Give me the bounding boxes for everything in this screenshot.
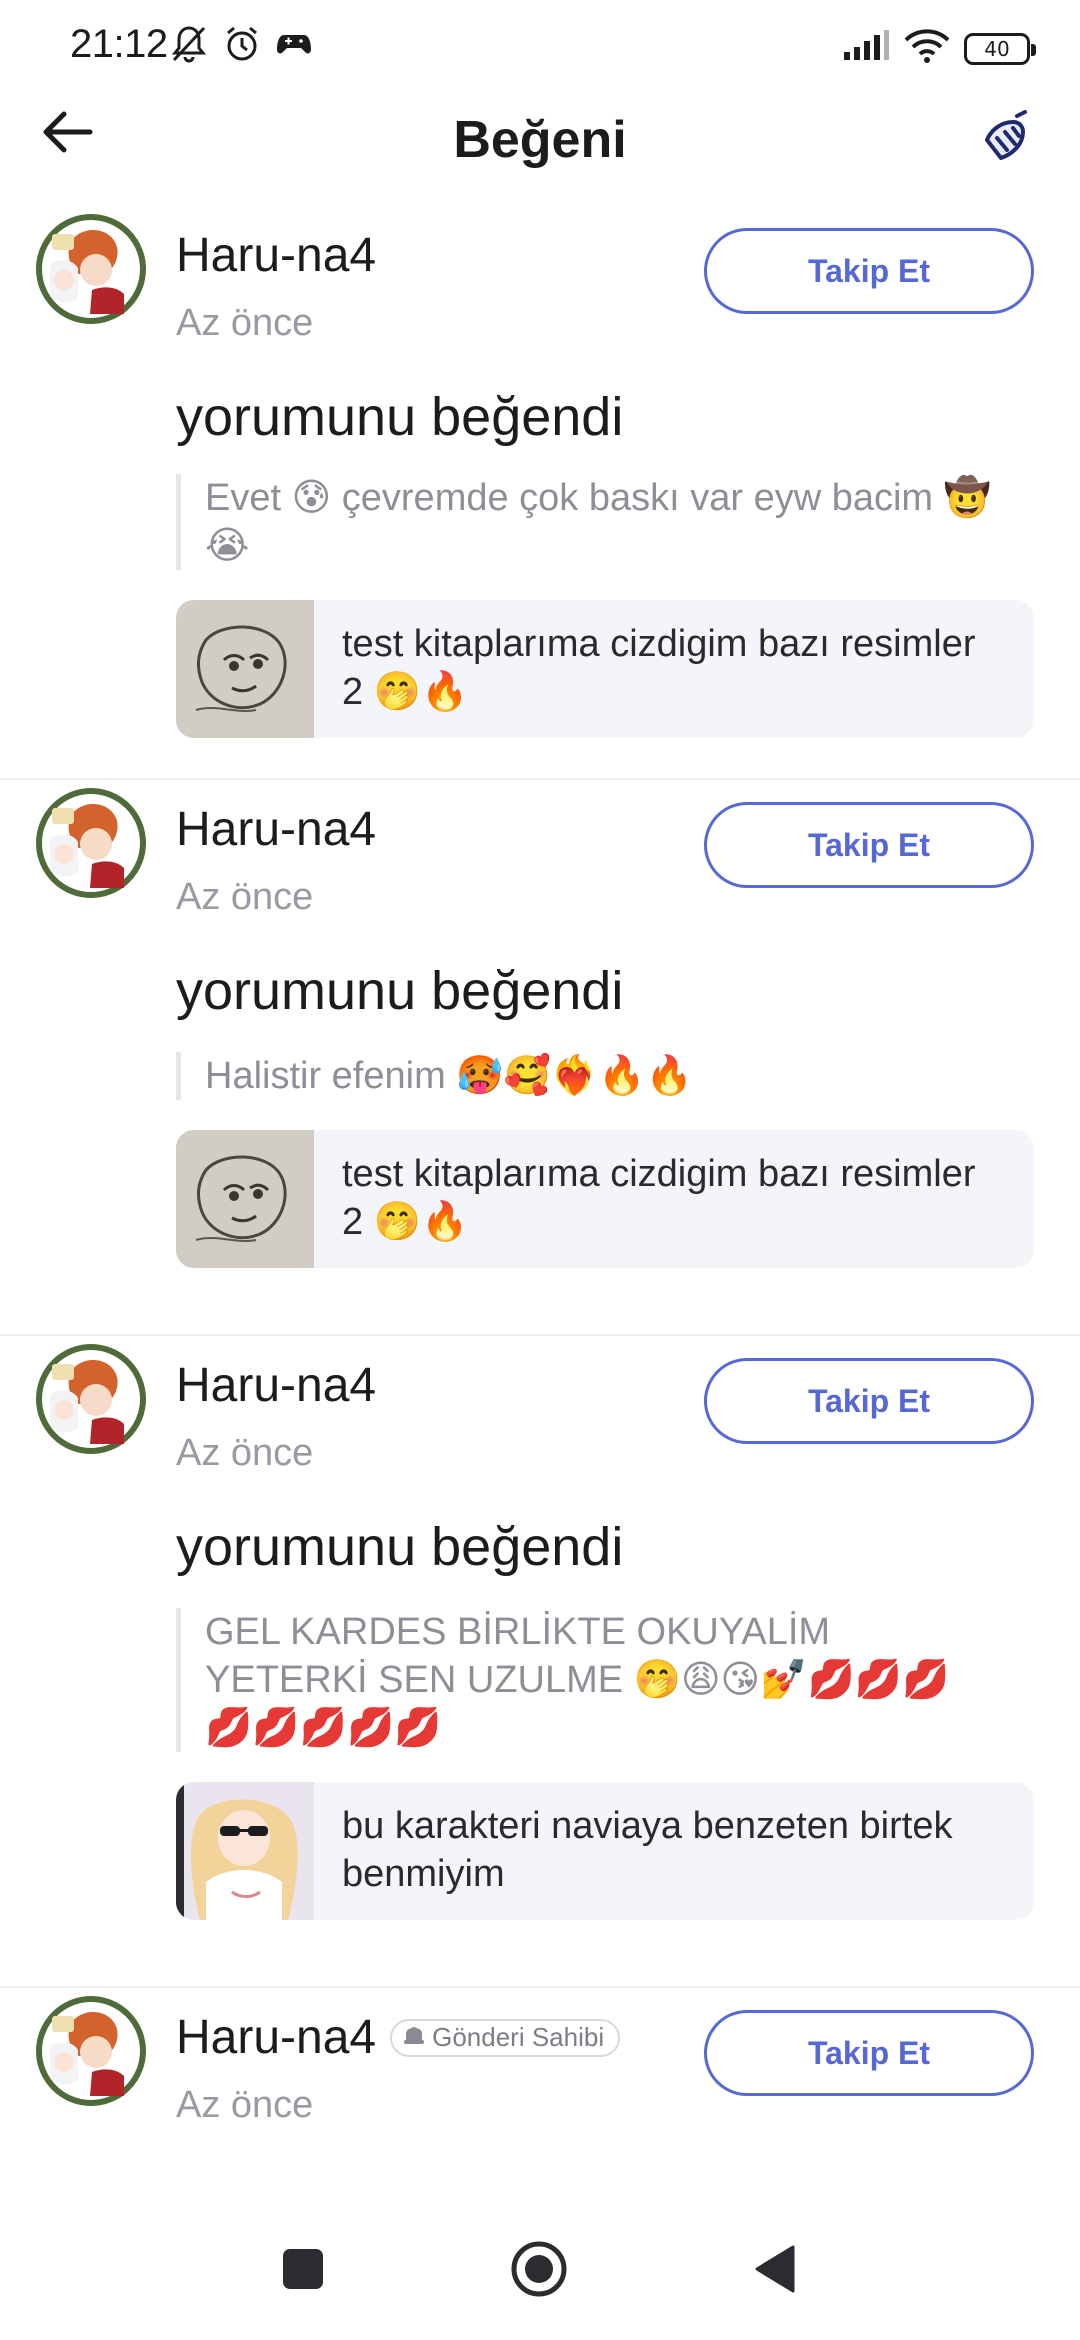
comment-quote[interactable]: GEL KARDES BİRLİKTE OKUYALİM YETERKİ SEN…: [176, 1608, 996, 1752]
user-name[interactable]: Haru-na4: [176, 802, 376, 857]
comment-quote[interactable]: Evet 😰 çevremde çok baskı var eyw bacim …: [176, 474, 996, 570]
notification-item[interactable]: Haru-na4 Az önce Takip Et yorumunu beğen…: [0, 780, 1080, 1336]
status-time: 21:12: [70, 22, 168, 66]
comment-quote[interactable]: Halistir efenim 🥵🥰❤️‍🔥🔥🔥: [176, 1052, 996, 1100]
post-thumbnail: [176, 1782, 314, 1920]
avatar[interactable]: [32, 784, 150, 902]
post-card[interactable]: bu karakteri naviaya benzeten birtek ben…: [176, 1782, 1034, 1920]
battery-icon: 40: [964, 32, 1036, 65]
battery-level: 40: [984, 36, 1010, 61]
owner-badge-label: Gönderi Sahibi: [432, 2022, 605, 2052]
wifi-icon: [904, 28, 950, 69]
avatar[interactable]: [32, 1992, 150, 2110]
status-bar: 21:12 40: [0, 0, 1080, 96]
home-circle-icon: [510, 2240, 568, 2303]
recents-button[interactable]: [268, 2236, 338, 2306]
notification-time: Az önce: [176, 876, 314, 918]
system-nav-bar: [0, 2196, 1080, 2340]
system-back-button[interactable]: [740, 2236, 810, 2306]
recents-square-icon: [281, 2247, 325, 2296]
action-text: yorumunu beğendi: [176, 387, 624, 447]
action-text: yorumunu beğendi: [176, 1517, 624, 1577]
bell-off-icon: [170, 24, 208, 69]
post-title: bu karakteri naviaya benzeten birtek ben…: [342, 1805, 953, 1895]
home-button[interactable]: [504, 2236, 574, 2306]
post-title: test kitaplarıma cizdigim bazı resimler …: [342, 1153, 976, 1243]
user-name[interactable]: Haru-na4: [176, 2010, 376, 2065]
notification-list: Haru-na4 Az önce Takip Et yorumunu beğen…: [0, 206, 1080, 2188]
notification-item[interactable]: Haru-na4 Az önce Takip Et yorumunu beğen…: [0, 1336, 1080, 1988]
gamepad-icon: [276, 29, 312, 64]
alarm-icon: [222, 24, 262, 69]
user-name[interactable]: Haru-na4: [176, 228, 376, 283]
owner-icon: [402, 2022, 426, 2053]
post-card[interactable]: test kitaplarıma cizdigim bazı resimler …: [176, 1130, 1034, 1268]
follow-button[interactable]: Takip Et: [704, 2010, 1034, 2096]
notification-time: Az önce: [176, 302, 314, 344]
notification-time: Az önce: [176, 1432, 314, 1474]
action-text: yorumunu beğendi: [176, 961, 624, 1021]
post-thumbnail: [176, 1130, 314, 1268]
back-triangle-icon: [753, 2245, 797, 2298]
avatar[interactable]: [32, 210, 150, 328]
page-title: Beğeni: [453, 111, 627, 169]
clear-notifications-button[interactable]: [970, 108, 1040, 172]
user-name[interactable]: Haru-na4: [176, 1358, 376, 1413]
signal-icon: [842, 30, 890, 67]
follow-button[interactable]: Takip Et: [704, 802, 1034, 888]
follow-button[interactable]: Takip Et: [704, 1358, 1034, 1444]
notification-time: Az önce: [176, 2084, 314, 2126]
avatar[interactable]: [32, 1340, 150, 1458]
notification-item[interactable]: Haru-na4 Az önce Takip Et yorumunu beğen…: [0, 206, 1080, 780]
post-card[interactable]: test kitaplarıma cizdigim bazı resimler …: [176, 600, 1034, 738]
post-thumbnail: [176, 600, 314, 738]
broom-icon: [977, 109, 1033, 171]
notification-item[interactable]: Haru-na4 Gönderi Sahibi Az önce Takip Et: [0, 1988, 1080, 2188]
follow-button[interactable]: Takip Et: [704, 228, 1034, 314]
post-title: test kitaplarıma cizdigim bazı resimler …: [342, 623, 976, 713]
post-owner-badge: Gönderi Sahibi: [390, 2018, 621, 2057]
